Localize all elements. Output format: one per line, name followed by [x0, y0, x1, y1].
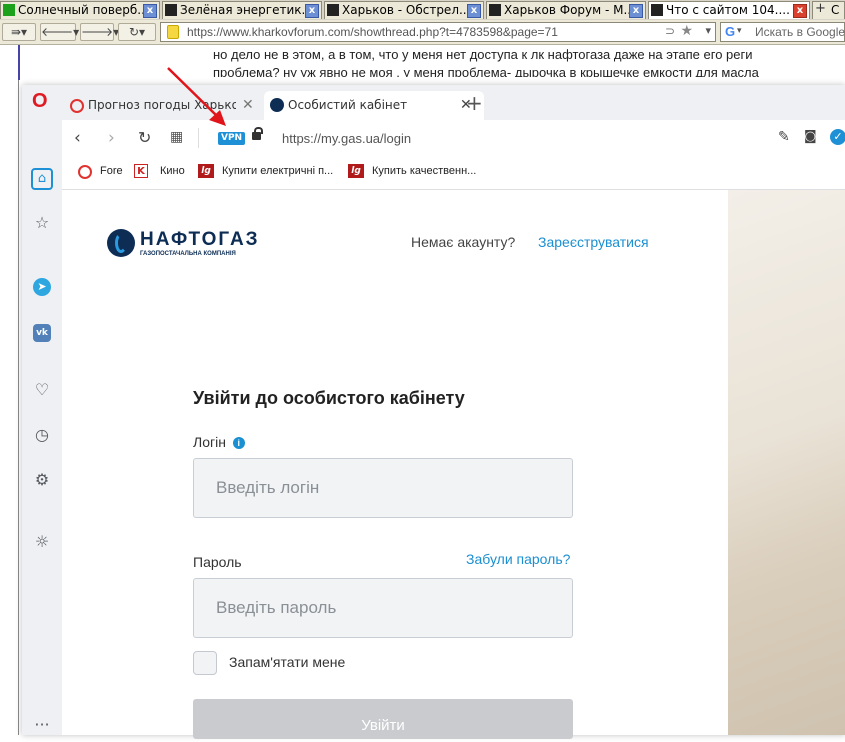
forum-post-line: но дело не в этом, а в том, что у меня н…: [213, 47, 753, 62]
lightbulb-icon[interactable]: ☼: [31, 531, 53, 553]
plus-icon: +: [815, 1, 826, 16]
back-button[interactable]: 🡐▾: [40, 23, 79, 41]
telegram-icon[interactable]: ➤: [31, 274, 53, 296]
logo-subtitle: ГАЗОПОСТАЧАЛЬНА КОМПАНІЯ: [140, 251, 236, 257]
arrow-shaft: [167, 67, 219, 118]
submit-label: Увійти: [361, 717, 405, 734]
bookmark-label: Купить качественн...: [372, 165, 477, 177]
new-tab-button[interactable]: +: [466, 91, 483, 115]
opera-tab-active[interactable]: Особистий кабінет ✕: [264, 91, 484, 120]
lock-shackle: [254, 127, 263, 134]
opera-url-text[interactable]: https://my.gas.ua/login: [282, 131, 411, 146]
forward-icon[interactable]: ›: [108, 128, 115, 148]
close-icon[interactable]: ✕: [242, 91, 254, 120]
outer-tab[interactable]: Харьков Форум - M... x: [486, 1, 646, 19]
outer-tab[interactable]: Зелёная энергетик... x: [162, 1, 322, 19]
star-icon[interactable]: ☆: [31, 212, 53, 234]
tab-favicon-icon: [651, 4, 663, 16]
reload-icon[interactable]: ↻: [138, 128, 151, 147]
close-icon[interactable]: x: [467, 4, 481, 18]
reload-button[interactable]: ↻▾: [118, 23, 156, 41]
remember-label: Запам'ятати мене: [229, 654, 346, 670]
outer-search-box[interactable]: G ▾ Искать в Google: [720, 22, 845, 42]
login-label-text: Логін: [193, 434, 226, 450]
outer-tab-bar: Солнечный поверб... x Зелёная энергетик.…: [0, 0, 845, 21]
bookmark-label: Кино: [160, 165, 185, 177]
chevron-down-icon[interactable]: ▾: [737, 26, 742, 36]
outer-tab-active[interactable]: Что с сайтом 104.... x: [648, 1, 810, 19]
bookmarks-bar: Fore K Кино lg Купити електричні п... lg…: [62, 157, 845, 190]
remember-checkbox[interactable]: [193, 651, 217, 675]
logo-swirl: [115, 233, 127, 253]
tab-favicon-icon: [270, 98, 284, 112]
annotation-arrow: [167, 67, 226, 126]
forgot-password-link[interactable]: Забули пароль?: [466, 551, 570, 567]
logo-wordmark[interactable]: НАФТОГАЗ: [140, 229, 260, 251]
close-icon[interactable]: x: [629, 4, 643, 18]
bookmark-favicon-icon: K: [134, 164, 148, 178]
form-title: Увійти до особистого кабінету: [193, 388, 465, 408]
lock-icon: [167, 25, 179, 39]
outer-tab-title: Харьков Форум - M...: [504, 3, 635, 17]
opera-tab-bar: O Прогноз погоды Харьков - П ✕ Особистий…: [22, 85, 845, 120]
share-icon[interactable]: ✎: [778, 129, 790, 145]
tab-favicon-icon: [165, 4, 177, 16]
login-label: Логін i: [193, 434, 245, 450]
bookmarks-arrow-icon[interactable]: ⇛▾: [2, 23, 36, 41]
login-input[interactable]: Введіть логін: [193, 458, 573, 518]
outer-tab-title: С: [831, 3, 840, 17]
google-icon: G: [725, 24, 736, 39]
password-input[interactable]: Введіть пароль: [193, 578, 573, 638]
bookmark-label: Купити електричні п...: [222, 165, 334, 177]
password-label: Пароль: [193, 554, 242, 570]
outer-tab-title: Что с сайтом 104....: [666, 3, 790, 17]
outer-search-placeholder: Искать в Google: [755, 25, 845, 39]
history-icon[interactable]: ◷: [31, 424, 53, 446]
vk-icon[interactable]: vk: [31, 319, 53, 342]
no-account-text: Немає акаунту?: [411, 234, 516, 250]
check-icon[interactable]: ✓: [830, 129, 845, 145]
info-icon[interactable]: i: [232, 437, 245, 449]
outer-url-bar[interactable]: https://www.kharkovforum.com/showthread.…: [160, 22, 716, 42]
tab-favicon-icon: [70, 99, 84, 113]
outer-tab[interactable]: Солнечный поверб... x: [0, 1, 160, 19]
background-photo: [728, 190, 845, 735]
outer-tab[interactable]: + С: [812, 1, 845, 19]
forum-post-line: проблема? ну уж явно не моя , у меня про…: [213, 65, 759, 77]
back-icon[interactable]: ‹: [74, 128, 81, 148]
close-icon[interactable]: x: [793, 4, 807, 18]
forward-button[interactable]: 🡒▾: [80, 23, 119, 41]
outer-tab[interactable]: Харьков - Обстрел... x: [324, 1, 484, 19]
more-icon[interactable]: ···: [31, 717, 53, 742]
close-icon[interactable]: x: [305, 4, 319, 18]
heart-icon[interactable]: ♡: [31, 379, 53, 401]
tab-favicon-icon: [327, 4, 339, 16]
vpn-badge[interactable]: VPN: [218, 132, 246, 145]
bookmark-favicon-icon: lg: [198, 164, 214, 178]
naftogaz-logo-icon[interactable]: [107, 229, 135, 257]
tab-favicon-icon: [489, 4, 501, 16]
camera-icon[interactable]: ◙: [804, 129, 817, 144]
opera-logo-icon[interactable]: O: [32, 90, 48, 113]
outer-tab-title: Харьков - Обстрел...: [342, 3, 471, 17]
outer-url-text: https://www.kharkovforum.com/showthread.…: [187, 25, 558, 39]
rss-icon[interactable]: ⊃: [665, 24, 675, 38]
chevron-down-icon[interactable]: ▾: [705, 24, 711, 37]
bookmark-favicon-icon: lg: [348, 164, 364, 178]
home-icon[interactable]: ⌂: [31, 168, 53, 190]
register-link[interactable]: Зареєструватися: [538, 234, 649, 250]
close-icon[interactable]: x: [143, 4, 157, 18]
outer-tab-title: Солнечный поверб...: [18, 3, 149, 17]
bookmark-favicon-icon: [78, 165, 92, 179]
star-icon[interactable]: ★: [680, 23, 693, 39]
bookmark-label: Fore: [100, 165, 123, 177]
opera-tab-title: Особистий кабінет: [288, 98, 408, 112]
forum-quote-bar: [18, 45, 20, 80]
forum-sidebar: [0, 45, 19, 735]
outer-tab-title: Зелёная энергетик...: [180, 3, 313, 17]
tab-favicon-icon: [3, 4, 15, 16]
settings-icon[interactable]: ⚙: [31, 469, 53, 491]
login-submit-button[interactable]: Увійти: [193, 699, 573, 739]
